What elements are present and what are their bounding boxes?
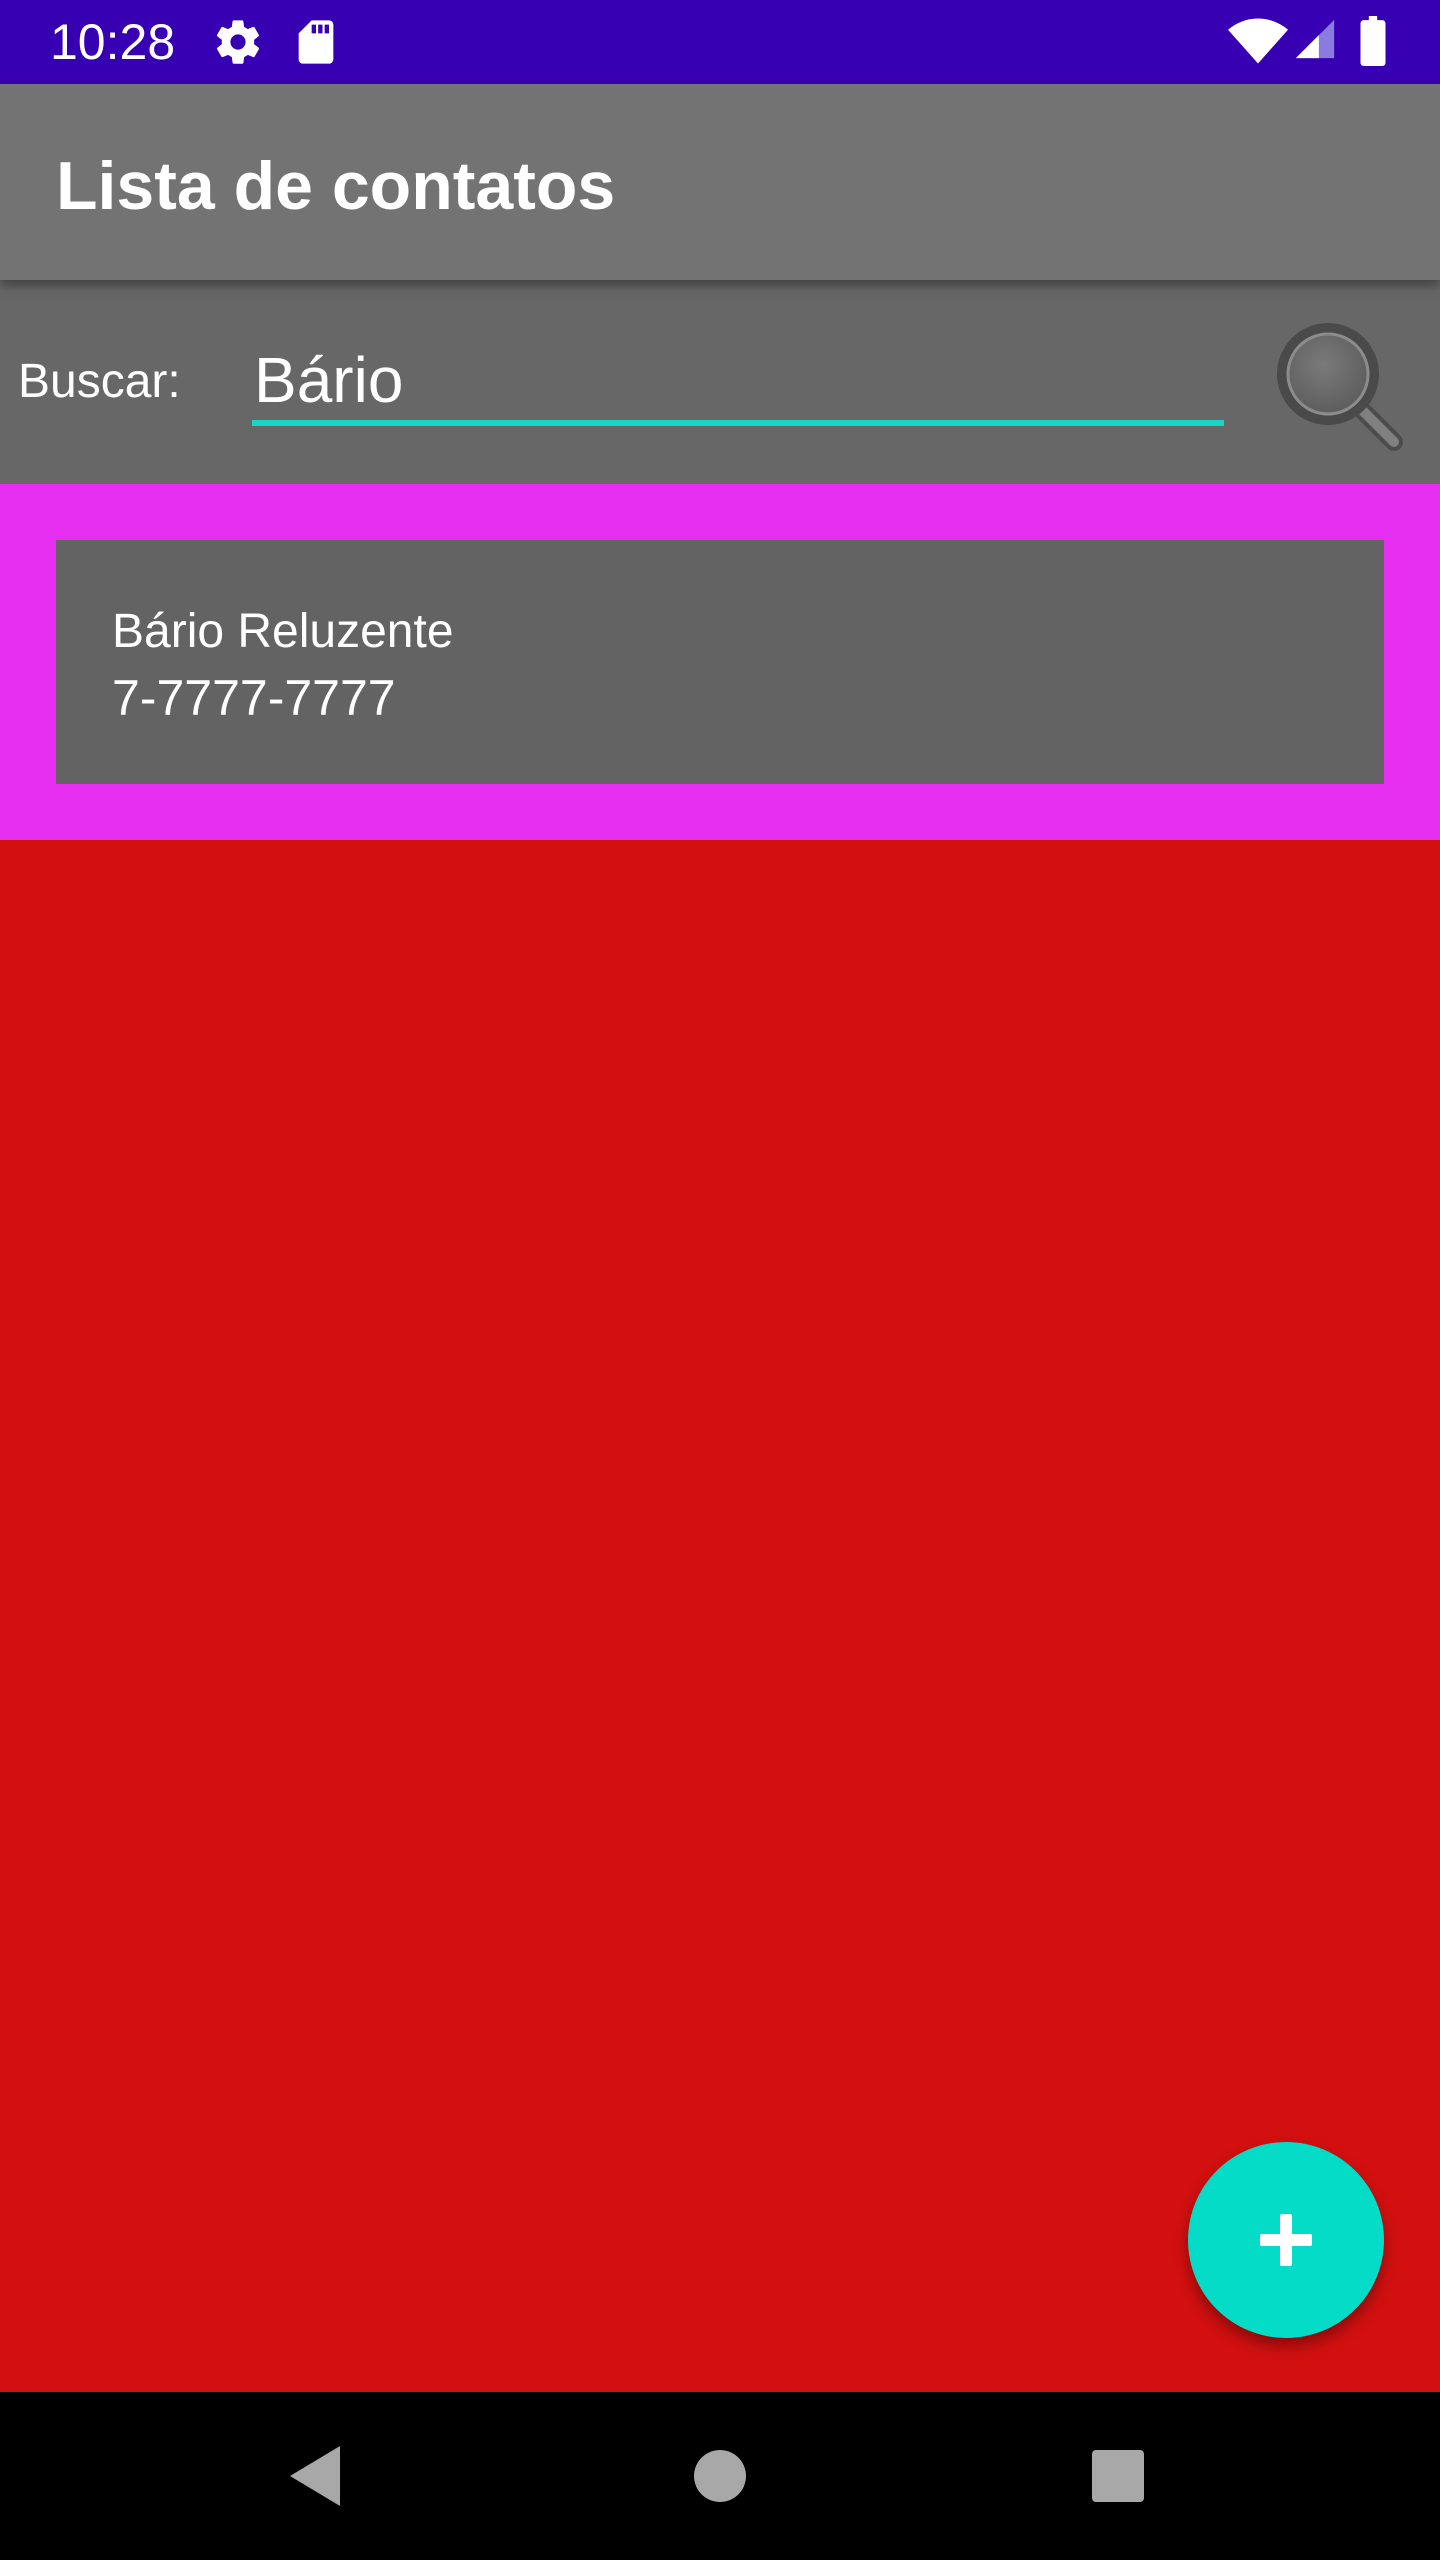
home-icon bbox=[694, 2450, 746, 2502]
app-bar: Lista de contatos bbox=[0, 84, 1440, 280]
wifi-icon bbox=[1228, 16, 1288, 68]
back-icon bbox=[290, 2446, 340, 2506]
search-button[interactable] bbox=[1262, 310, 1412, 460]
settings-icon bbox=[212, 16, 264, 68]
contact-list: Bário Reluzente 7-7777-7777 bbox=[0, 484, 1440, 840]
screen: 10:28 Lista de contatos Buscar: Bário Bá… bbox=[0, 0, 1440, 2560]
magnifier-icon bbox=[1277, 323, 1403, 451]
list-item[interactable]: Bário Reluzente 7-7777-7777 bbox=[56, 540, 1384, 784]
page-title: Lista de contatos bbox=[56, 148, 616, 224]
contact-phone: 7-7777-7777 bbox=[112, 670, 396, 726]
battery-icon bbox=[1358, 16, 1394, 68]
home-button[interactable] bbox=[680, 2436, 760, 2516]
nav-bar bbox=[0, 2392, 1440, 2560]
signal-icon bbox=[1292, 16, 1344, 68]
add-contact-button[interactable] bbox=[1188, 2142, 1384, 2338]
sd-card-icon bbox=[290, 16, 342, 68]
back-button[interactable] bbox=[278, 2436, 358, 2516]
contact-name: Bário Reluzente bbox=[112, 605, 454, 658]
recents-icon bbox=[1092, 2450, 1144, 2502]
search-label: Buscar: bbox=[18, 355, 181, 408]
search-row: Buscar: bbox=[0, 280, 1440, 484]
status-time: 10:28 bbox=[50, 14, 176, 70]
recents-button[interactable] bbox=[1078, 2436, 1158, 2516]
status-bar: 10:28 bbox=[0, 0, 1440, 84]
search-input[interactable] bbox=[252, 340, 1224, 426]
plus-icon bbox=[1260, 2214, 1312, 2266]
